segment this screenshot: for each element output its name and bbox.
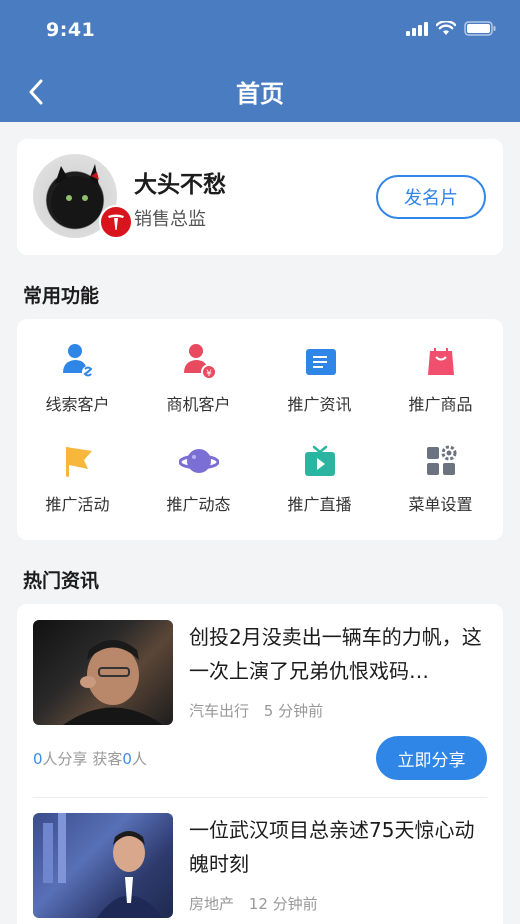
news-title: 一位武汉项目总亲述75天惊心动魄时刻 — [189, 818, 475, 876]
news-meta: 汽车出行 5 分钟前 — [189, 700, 333, 721]
func-label: 线索客户 — [45, 395, 110, 414]
news-title: 创投2月没卖出一辆车的力帆，这一次上演了兄弟仇恨戏码… — [189, 625, 482, 683]
send-card-button[interactable]: 发名片 — [376, 175, 486, 219]
profile-title: 销售总监 — [134, 209, 206, 230]
hot-news-list: 创投2月没卖出一辆车的力帆，这一次上演了兄弟仇恨戏码… 汽车出行 5 分钟前 0… — [17, 604, 503, 924]
share-count-label: 人分享 — [42, 750, 88, 768]
page-title: 首页 — [236, 80, 284, 108]
func-promo-dynamic[interactable]: 推广动态 — [138, 441, 259, 515]
opportunity-customer-icon: ¥ — [179, 341, 219, 381]
func-promo-news[interactable]: 推广资讯 — [259, 341, 380, 415]
promo-goods-icon — [421, 341, 461, 381]
news-time: 12 分钟前 — [248, 895, 318, 913]
news-category: 汽车出行 — [189, 702, 250, 720]
gain-count: 0 — [122, 750, 132, 768]
flag-icon — [58, 441, 98, 481]
tv-live-icon — [300, 441, 340, 481]
svg-text:¥: ¥ — [206, 369, 212, 379]
func-label: 商机客户 — [166, 395, 231, 414]
profile-card: 大头不愁 销售总监 发名片 — [17, 139, 503, 255]
func-menu-settings[interactable]: 菜单设置 — [380, 441, 501, 515]
func-promo-live[interactable]: 推广直播 — [259, 441, 380, 515]
battery-icon — [464, 21, 496, 36]
news-meta: 房地产 12 分钟前 — [189, 893, 328, 914]
func-label: 推广动态 — [166, 495, 231, 514]
lead-customer-icon — [58, 341, 98, 381]
header-bar: 9:41 首页 — [0, 0, 520, 122]
functions-grid: 线索客户 ¥ 商机客户 推广资讯 推广商品 推广活动 推广动态 推广直播 菜单设… — [17, 319, 503, 540]
status-icons — [406, 21, 496, 36]
gain-suffix: 人 — [131, 750, 147, 768]
gain-label: 获客 — [92, 750, 123, 768]
func-promo-goods[interactable]: 推广商品 — [380, 341, 501, 415]
hot-news-section-title: 热门资讯 — [23, 570, 100, 592]
news-time: 5 分钟前 — [263, 702, 324, 720]
signal-icon — [406, 21, 428, 36]
func-lead-customer[interactable]: 线索客户 — [17, 341, 138, 415]
wifi-icon — [436, 21, 456, 35]
func-label: 推广活动 — [45, 495, 110, 514]
status-time: 9:41 — [46, 19, 96, 41]
news-thumbnail — [33, 813, 173, 918]
promo-news-icon — [300, 341, 340, 381]
functions-section-title: 常用功能 — [23, 285, 100, 307]
func-promo-activity[interactable]: 推广活动 — [17, 441, 138, 515]
planet-icon — [178, 441, 219, 481]
divider — [33, 797, 487, 798]
share-count: 0 — [33, 750, 43, 768]
func-label: 推广资讯 — [287, 395, 352, 414]
share-now-button[interactable]: 立即分享 — [376, 736, 487, 780]
profile-name: 大头不愁 — [134, 172, 226, 198]
func-label: 菜单设置 — [408, 495, 473, 514]
menu-settings-icon — [421, 441, 461, 481]
func-opportunity-customer[interactable]: ¥ 商机客户 — [138, 341, 259, 415]
func-label: 推广直播 — [287, 495, 352, 514]
tesla-badge-icon — [99, 205, 133, 239]
func-label: 推广商品 — [408, 395, 473, 414]
news-category: 房地产 — [189, 895, 235, 913]
news-thumbnail — [33, 620, 173, 725]
share-stats: 0人分享 获客0人 — [33, 748, 147, 769]
